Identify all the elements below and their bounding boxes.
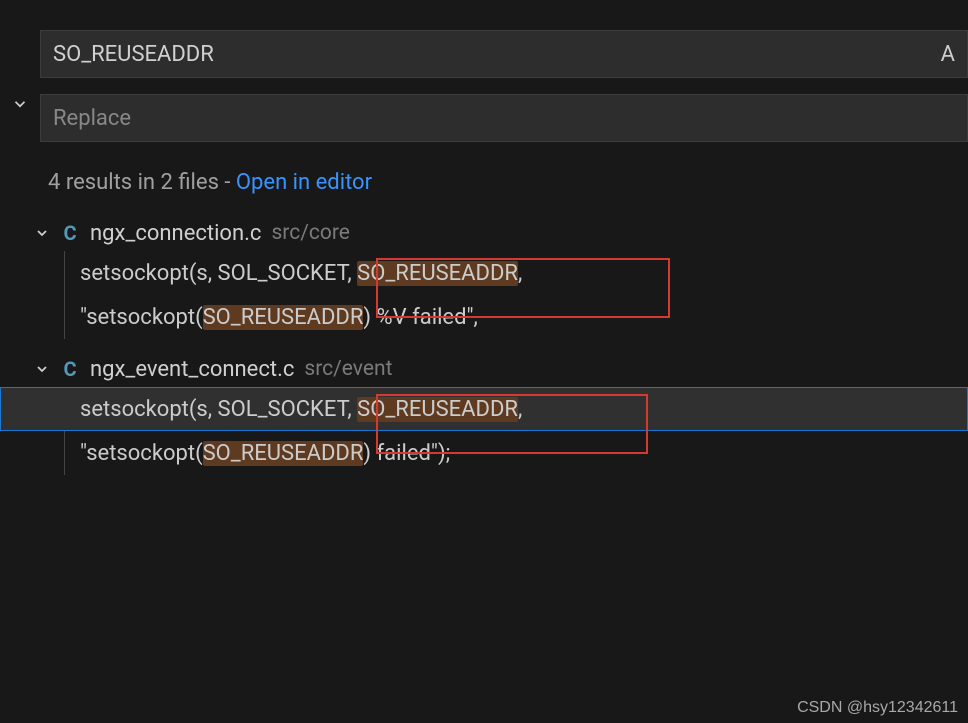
result-match: SO_REUSEADDR	[357, 261, 518, 286]
result-post: ) %V failed",	[363, 305, 477, 330]
result-match: SO_REUSEADDR	[203, 441, 364, 466]
file-header[interactable]: C ngx_event_connect.c src/event	[0, 351, 968, 387]
file-name: ngx_connection.c	[90, 221, 261, 246]
results-summary: 4 results in 2 files - Open in editor	[48, 170, 968, 195]
result-pre: setsockopt(s, SOL_SOCKET,	[80, 397, 357, 422]
toggle-replace-icon[interactable]	[8, 92, 32, 116]
result-pre: "setsockopt(	[80, 441, 203, 466]
file-header[interactable]: C ngx_connection.c src/core	[0, 215, 968, 251]
search-result-line[interactable]: setsockopt(s, SOL_SOCKET, SO_REUSEADDR,	[0, 387, 968, 431]
file-path: src/core	[271, 221, 349, 245]
indent-guide	[64, 251, 65, 295]
replace-input-row	[40, 94, 968, 142]
file-name: ngx_event_connect.c	[90, 357, 294, 382]
watermark: CSDN @hsy12342611	[797, 699, 958, 717]
search-input-row: A	[40, 30, 968, 78]
search-input[interactable]	[53, 42, 933, 67]
indent-guide	[64, 295, 65, 339]
search-result-line[interactable]: "setsockopt(SO_REUSEADDR) %V failed",	[0, 295, 968, 339]
result-post: ,	[518, 261, 522, 286]
result-post: ,	[518, 397, 522, 422]
file-path: src/event	[304, 357, 392, 381]
open-in-editor-link[interactable]: Open in editor	[236, 170, 372, 195]
result-pre: setsockopt(s, SOL_SOCKET,	[80, 261, 357, 286]
result-post: ) failed");	[363, 441, 450, 466]
results-count-text: 4 results in 2 files -	[48, 170, 236, 195]
search-result-line[interactable]: setsockopt(s, SOL_SOCKET, SO_REUSEADDR,	[0, 251, 968, 295]
file-group: C ngx_connection.c src/core setsockopt(s…	[0, 215, 968, 339]
c-file-icon: C	[60, 221, 80, 245]
case-sensitive-icon[interactable]: A	[933, 42, 955, 67]
result-pre: "setsockopt(	[80, 305, 203, 330]
search-result-line[interactable]: "setsockopt(SO_REUSEADDR) failed");	[0, 431, 968, 475]
result-match: SO_REUSEADDR	[203, 305, 364, 330]
chevron-down-icon	[32, 359, 52, 379]
result-match: SO_REUSEADDR	[357, 397, 518, 422]
c-file-icon: C	[60, 357, 80, 381]
file-group: C ngx_event_connect.c src/event setsocko…	[0, 351, 968, 475]
indent-guide	[64, 431, 65, 475]
results-list: C ngx_connection.c src/core setsockopt(s…	[0, 215, 968, 475]
replace-input[interactable]	[53, 106, 955, 131]
chevron-down-icon	[32, 223, 52, 243]
